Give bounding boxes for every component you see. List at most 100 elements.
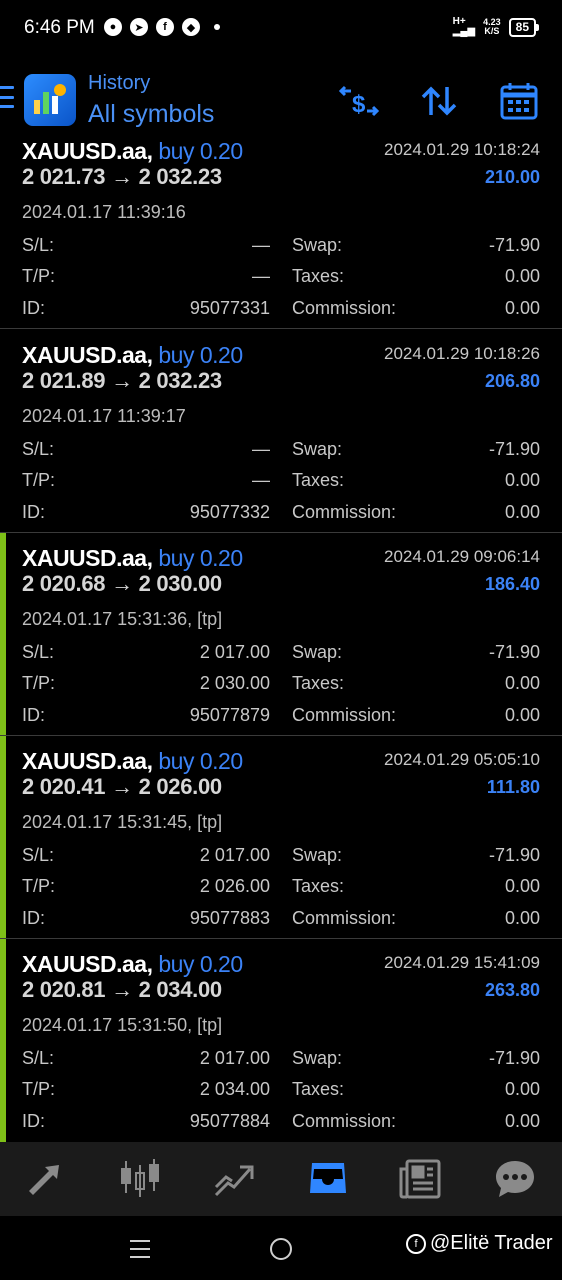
- tp-label: T/P:: [22, 1079, 56, 1099]
- open-time: 2024.01.17 11:39:17: [22, 406, 186, 426]
- swap-label: Swap:: [292, 642, 343, 662]
- sort-icon[interactable]: [418, 80, 460, 122]
- sl-value: —: [252, 439, 270, 459]
- swap-label: Swap:: [292, 845, 343, 865]
- sl-label: S/L:: [22, 1048, 55, 1068]
- id-value: 95077332: [189, 502, 270, 522]
- status-bar: 6:46 PM ● ➤ f ◆ H+ ▂▄▆ 4.23 K/S 85: [0, 0, 562, 56]
- swap-value: -71.90: [488, 439, 540, 459]
- network-speed: 4.23 K/S: [483, 17, 501, 36]
- trade-symbol: XAUUSD.aa, buy 0.20: [22, 342, 243, 368]
- list-item[interactable]: XAUUSD.aa, buy 0.20 2 020.81 → 2 034.00 …: [0, 939, 562, 1142]
- notification-icons: ● ➤ f ◆: [104, 18, 220, 36]
- svg-text:$: $: [352, 91, 366, 118]
- sl-label: S/L:: [22, 845, 55, 865]
- signal-icon: H+ ▂▄▆: [452, 16, 476, 37]
- tp-label: T/P:: [22, 876, 56, 896]
- commission-value: 0.00: [504, 1111, 540, 1131]
- id-value: 95077879: [189, 705, 270, 725]
- profit-value: 186.40: [484, 574, 540, 594]
- page-subtitle: History: [88, 72, 151, 94]
- taxes-label: Taxes:: [292, 470, 345, 490]
- menu-icon[interactable]: [0, 86, 14, 108]
- commission-label: Commission:: [292, 705, 397, 725]
- tp-label: T/P:: [22, 673, 56, 693]
- profit-value: 206.80: [484, 371, 540, 391]
- tp-value: 2 026.00: [199, 876, 270, 896]
- sl-value: —: [252, 235, 270, 255]
- history-icon[interactable]: [304, 1155, 352, 1203]
- messages-icon[interactable]: [491, 1155, 539, 1203]
- divider: [0, 328, 562, 329]
- commission-label: Commission:: [292, 502, 397, 522]
- sl-label: S/L:: [22, 642, 55, 662]
- trade-symbol: XAUUSD.aa, buy 0.20: [22, 748, 243, 774]
- close-time: 2024.01.29 05:05:10: [384, 750, 540, 769]
- trade-prices: 2 020.81 → 2 034.00: [22, 977, 222, 1002]
- commission-value: 0.00: [504, 298, 540, 318]
- open-time: 2024.01.17 11:39:16: [22, 202, 186, 222]
- notification-app-icon: ◆: [182, 18, 200, 36]
- system-nav-bar: f @Elitë Trader: [0, 1216, 562, 1280]
- commission-value: 0.00: [504, 705, 540, 725]
- list-item[interactable]: XAUUSD.aa, buy 0.20 2 020.68 → 2 030.00 …: [0, 533, 562, 736]
- sl-value: 2 017.00: [199, 642, 270, 662]
- news-icon[interactable]: [397, 1155, 445, 1203]
- calendar-icon[interactable]: [498, 80, 540, 122]
- close-time: 2024.01.29 10:18:24: [384, 142, 540, 159]
- swap-value: -71.90: [488, 845, 540, 865]
- telegram-icon: ➤: [130, 18, 148, 36]
- page-title[interactable]: All symbols: [88, 100, 214, 129]
- trade-symbol: XAUUSD.aa, buy 0.20: [22, 545, 243, 571]
- taxes-value: 0.00: [504, 470, 540, 490]
- taxes-value: 0.00: [504, 876, 540, 896]
- id-value: 95077331: [189, 298, 270, 318]
- balance-icon[interactable]: $: [338, 80, 380, 122]
- sl-label: S/L:: [22, 235, 55, 255]
- taxes-value: 0.00: [504, 673, 540, 693]
- open-time: 2024.01.17 15:31:45, [tp]: [22, 812, 223, 832]
- list-item[interactable]: XAUUSD.aa, buy 0.20 2 021.73 → 2 032.23 …: [0, 142, 562, 329]
- id-label: ID:: [22, 1111, 46, 1131]
- taxes-label: Taxes:: [292, 876, 345, 896]
- list-item[interactable]: XAUUSD.aa, buy 0.20 2 020.41 → 2 026.00 …: [0, 736, 562, 939]
- facebook-icon: f: [156, 18, 174, 36]
- close-time: 2024.01.29 15:41:09: [384, 953, 540, 972]
- swap-value: -71.90: [488, 642, 540, 662]
- app-logo: [24, 74, 76, 126]
- quotes-icon[interactable]: [23, 1155, 71, 1203]
- tp-label: T/P:: [22, 266, 56, 286]
- chart-icon[interactable]: [116, 1155, 164, 1203]
- trade-symbol: XAUUSD.aa, buy 0.20: [22, 142, 243, 164]
- commission-label: Commission:: [292, 908, 397, 928]
- trade-prices: 2 020.68 → 2 030.00: [22, 571, 222, 596]
- trade-icon[interactable]: [210, 1155, 258, 1203]
- app-header: History All symbols $: [0, 60, 562, 142]
- swap-label: Swap:: [292, 1048, 343, 1068]
- more-notifications-icon: [214, 24, 220, 30]
- trade-symbol: XAUUSD.aa, buy 0.20: [22, 951, 243, 977]
- commission-label: Commission:: [292, 1111, 397, 1131]
- open-time: 2024.01.17 15:31:50, [tp]: [22, 1015, 223, 1035]
- notification-app-icon: ●: [104, 18, 122, 36]
- profit-value: 210.00: [484, 167, 540, 187]
- id-label: ID:: [22, 908, 46, 928]
- id-value: 95077884: [189, 1111, 270, 1131]
- history-list[interactable]: XAUUSD.aa, buy 0.20 2 021.73 → 2 032.23 …: [0, 142, 562, 1142]
- list-item[interactable]: XAUUSD.aa, buy 0.20 2 021.89 → 2 032.23 …: [0, 330, 562, 533]
- tp-value: —: [252, 470, 270, 490]
- home-icon[interactable]: [270, 1238, 292, 1260]
- system-status: H+ ▂▄▆ 4.23 K/S 85: [452, 16, 540, 37]
- battery-icon: 85: [508, 17, 540, 37]
- commission-value: 0.00: [504, 908, 540, 928]
- profit-value: 111.80: [486, 777, 540, 797]
- sl-value: 2 017.00: [199, 1048, 270, 1068]
- tp-value: 2 034.00: [199, 1079, 270, 1099]
- swap-label: Swap:: [292, 235, 343, 255]
- swap-value: -71.90: [488, 1048, 540, 1068]
- close-time: 2024.01.29 10:18:26: [384, 344, 540, 363]
- recent-apps-icon[interactable]: [130, 1240, 150, 1258]
- profit-value: 263.80: [484, 980, 540, 1000]
- id-value: 95077883: [189, 908, 270, 928]
- sl-value: 2 017.00: [199, 845, 270, 865]
